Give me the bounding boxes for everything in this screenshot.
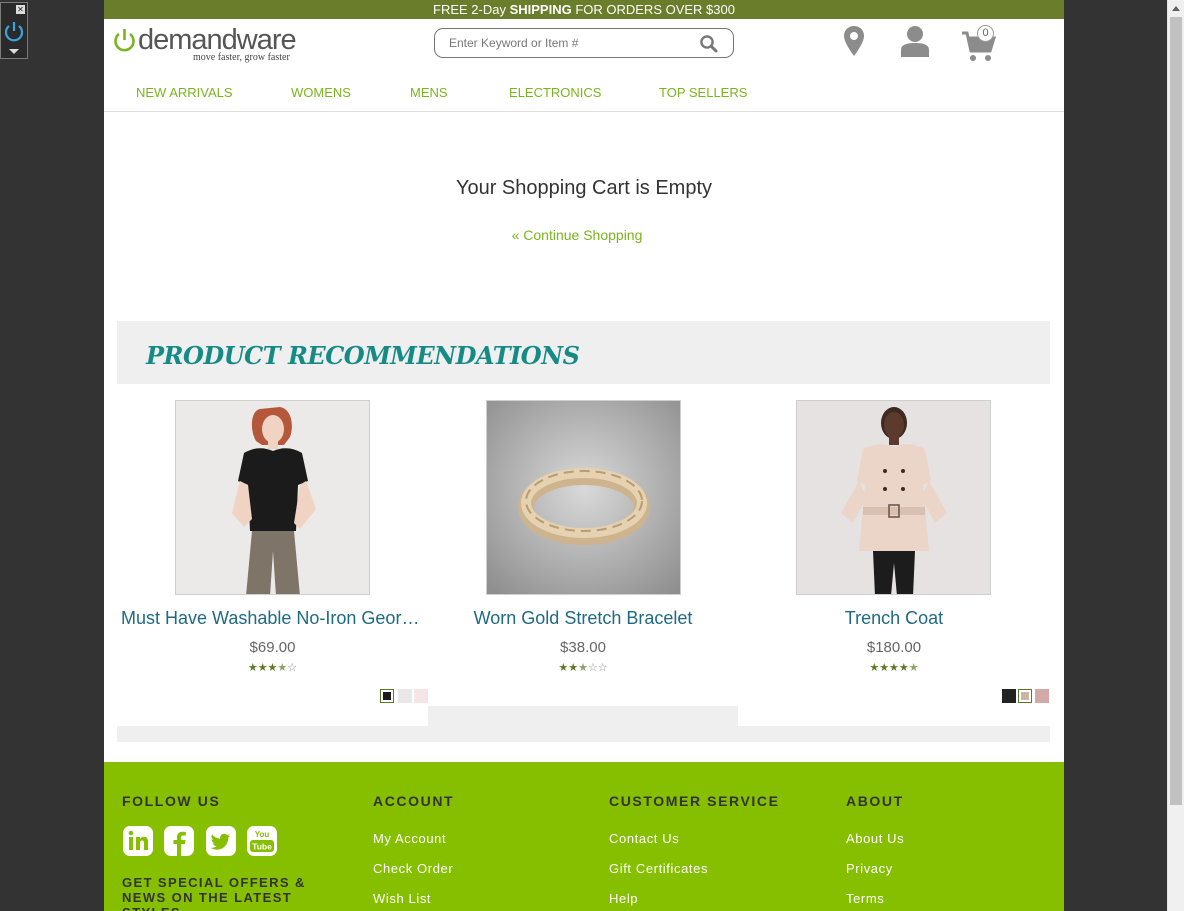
product-price: $69.00: [249, 639, 296, 656]
promo-text-bold: SHIPPING: [509, 2, 572, 17]
promo-banner: FREE 2-Day SHIPPING FOR ORDERS OVER $300: [104, 0, 1064, 19]
footer-about-title: ABOUT: [846, 793, 904, 809]
color-swatch[interactable]: [414, 689, 428, 703]
nav-mens[interactable]: MENS: [410, 85, 448, 100]
site-header: demandware move faster, grow faster Ente…: [104, 19, 1064, 112]
page: FREE 2-Day SHIPPING FOR ORDERS OVER $300…: [104, 0, 1064, 911]
continue-shopping-link[interactable]: « Continue Shopping: [104, 227, 1050, 243]
product-rating: ★★★★☆: [117, 661, 428, 674]
store-locator-icon[interactable]: [843, 25, 865, 58]
color-swatch[interactable]: [1002, 689, 1016, 703]
account-icon[interactable]: [900, 25, 930, 58]
recommendations-title: PRODUCT RECOMMENDATIONS: [146, 341, 580, 370]
svg-text:You: You: [255, 830, 270, 839]
product-recommendations: PRODUCT RECOMMENDATIONS Must Have Washab…: [117, 321, 1050, 742]
nav-electronics[interactable]: ELECTRONICS: [509, 85, 601, 100]
product-price: $180.00: [866, 639, 922, 656]
footer-account-title: ACCOUNT: [373, 793, 455, 809]
product-image[interactable]: [175, 400, 370, 595]
trench-coat-model-image: [797, 401, 990, 594]
footer-follow-title: FOLLOW US: [122, 793, 221, 809]
color-swatch[interactable]: [398, 689, 412, 703]
product-rating: ★★★★★: [738, 661, 1050, 674]
footer-link-contact-us[interactable]: Contact Us: [609, 831, 679, 846]
scroll-up-arrow[interactable]: [1172, 6, 1180, 11]
recommendations-header: PRODUCT RECOMMENDATIONS: [117, 321, 1050, 384]
rating-stars: ★★★★★: [869, 662, 919, 674]
search-icon[interactable]: [699, 34, 719, 54]
product-name[interactable]: Worn Gold Stretch Bracelet: [428, 608, 738, 629]
footer-link-check-order[interactable]: Check Order: [373, 861, 453, 876]
site-footer: FOLLOW US You Tube GET SPECIAL OFFERS & …: [104, 762, 1064, 911]
rating-stars: ★★★☆☆: [558, 662, 608, 674]
nav-new-arrivals[interactable]: NEW ARRIVALS: [136, 85, 233, 100]
main-nav: NEW ARRIVALS WOMENS MENS ELECTRONICS TOP…: [104, 82, 804, 106]
product-name[interactable]: Must Have Washable No-Iron Georg...: [117, 608, 428, 629]
product-name[interactable]: Trench Coat: [738, 608, 1050, 629]
footer-link-terms[interactable]: Terms: [846, 891, 884, 906]
svg-text:Tube: Tube: [252, 842, 272, 852]
search-box[interactable]: [434, 28, 734, 58]
footer-link-wish-list[interactable]: Wish List: [373, 891, 431, 906]
nav-womens[interactable]: WOMENS: [291, 85, 351, 100]
nav-top-sellers[interactable]: TOP SELLERS: [659, 85, 747, 100]
rating-stars: ★★★★☆: [247, 662, 298, 674]
special-offers-text: GET SPECIAL OFFERS & NEWS ON THE LATEST …: [122, 875, 306, 911]
promo-text-post: FOR ORDERS OVER $300: [571, 2, 735, 17]
product-tile[interactable]: Must Have Washable No-Iron Georg... $69.…: [117, 384, 428, 726]
product-tile[interactable]: Worn Gold Stretch Bracelet $38.00 ★★★☆☆: [428, 384, 738, 706]
promo-text-pre: FREE 2-Day: [433, 2, 510, 17]
twitter-icon[interactable]: [205, 825, 237, 857]
close-icon[interactable]: ✕: [16, 5, 25, 14]
footer-link-gift-certificates[interactable]: Gift Certificates: [609, 861, 708, 876]
logo-tagline: move faster, grow faster: [193, 52, 290, 63]
linkedin-icon[interactable]: [122, 825, 154, 857]
search-input[interactable]: [449, 35, 689, 51]
chevron-down-icon[interactable]: [9, 49, 19, 54]
scrollbar[interactable]: [1167, 0, 1184, 911]
footer-customer-service-title: CUSTOMER SERVICE: [609, 793, 780, 809]
mini-cart[interactable]: 0: [961, 25, 1001, 65]
facebook-icon[interactable]: [163, 825, 195, 857]
blouse-model-image: [176, 401, 369, 594]
product-tile[interactable]: Trench Coat $180.00 ★★★★★: [738, 384, 1050, 726]
footer-link-help[interactable]: Help: [609, 891, 638, 906]
footer-link-about-us[interactable]: About Us: [846, 831, 904, 846]
color-swatch[interactable]: [1035, 689, 1049, 703]
scrollbar-thumb[interactable]: [1170, 17, 1182, 805]
cart-count-badge: 0: [977, 25, 994, 42]
color-swatch-selected[interactable]: [380, 689, 394, 703]
product-image[interactable]: [796, 400, 991, 595]
color-swatch-selected[interactable]: [1018, 689, 1032, 703]
product-rating: ★★★☆☆: [428, 661, 738, 674]
bracelet-image: [487, 401, 680, 594]
power-icon[interactable]: [3, 19, 25, 43]
empty-cart-heading: Your Shopping Cart is Empty: [455, 177, 713, 199]
side-widget[interactable]: ✕: [0, 2, 28, 59]
footer-link-my-account[interactable]: My Account: [373, 831, 446, 846]
product-price: $38.00: [560, 639, 606, 656]
power-logo-icon: [114, 29, 135, 52]
footer-link-privacy[interactable]: Privacy: [846, 861, 893, 876]
product-image[interactable]: [486, 400, 681, 595]
youtube-icon[interactable]: You Tube: [246, 825, 278, 857]
logo[interactable]: demandware move faster, grow faster: [113, 24, 303, 64]
